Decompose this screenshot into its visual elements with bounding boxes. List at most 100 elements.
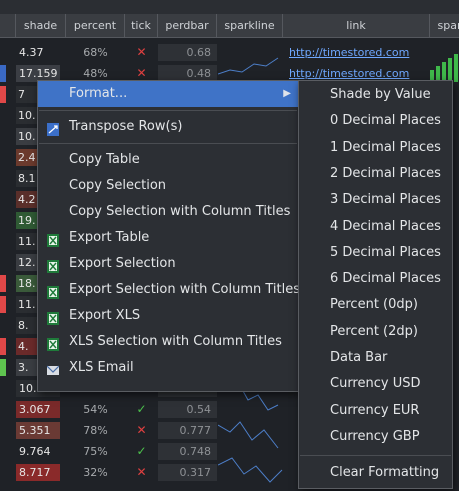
row-indicator — [0, 296, 6, 313]
format-option-5-decimal-places[interactable]: 5 Decimal Places — [299, 240, 452, 266]
tick-cell[interactable]: ✕ — [125, 422, 158, 439]
table-top-strip — [0, 0, 459, 14]
percent-cell[interactable]: 75% — [66, 443, 125, 460]
menu-item-label: Copy Table — [69, 152, 140, 167]
column-header-spar[interactable]: spar — [430, 14, 459, 38]
format-option-3-decimal-places[interactable]: 3 Decimal Places — [299, 187, 452, 213]
shade-cell[interactable]: 3.067 — [16, 401, 60, 418]
email-icon — [46, 361, 60, 375]
menu-item-xls-selection-with-column-titles[interactable]: XLS Selection with Column Titles — [38, 329, 298, 355]
format-option-data-bar[interactable]: Data Bar — [299, 345, 452, 371]
shade-cell[interactable]: 4.37 — [16, 44, 60, 61]
column-header-link[interactable]: link — [283, 14, 430, 38]
percent-cell[interactable]: 78% — [66, 422, 125, 439]
column-header-perdbar[interactable]: perdbar — [158, 14, 217, 38]
percent-cell[interactable]: 54% — [66, 401, 125, 418]
perdbar-cell[interactable]: 0.317 — [158, 464, 217, 481]
menu-item-copy-selection-with-column-titles[interactable]: Copy Selection with Column Titles — [38, 199, 298, 225]
tick-cell[interactable]: ✓ — [125, 443, 158, 460]
menu-item-copy-selection[interactable]: Copy Selection — [38, 173, 298, 199]
row-indicator — [0, 86, 6, 103]
column-header-sparkline[interactable]: sparkline — [217, 14, 283, 38]
menu-item-label: XLS Email — [69, 360, 134, 375]
menu-separator — [39, 143, 297, 144]
menu-item-xls-email[interactable]: XLS Email — [38, 355, 298, 381]
format-option-currency-gbp[interactable]: Currency GBP — [299, 424, 452, 450]
sparkline-graphic-top — [218, 57, 279, 75]
menu-item-transpose-row-s[interactable]: Transpose Row(s) — [38, 114, 298, 140]
shade-cell[interactable]: 8.717 — [16, 464, 60, 481]
menu-item-label: XLS Selection with Column Titles — [69, 334, 282, 349]
format-option-0-decimal-places[interactable]: 0 Decimal Places — [299, 108, 452, 134]
excel-icon — [47, 231, 59, 247]
shade-cell[interactable]: 9.764 — [16, 443, 60, 460]
row-indicator — [0, 380, 16, 397]
row-indicator — [0, 275, 6, 292]
format-option-label: Currency USD — [330, 376, 421, 392]
menu-item-label: Transpose Row(s) — [69, 119, 183, 134]
row-indicator — [0, 359, 6, 376]
format-option-percent-2dp[interactable]: Percent (2dp) — [299, 319, 452, 345]
context-menu: Format... ▶ Transpose Row(s) Copy Table Copy… — [37, 80, 300, 392]
menu-separator — [300, 455, 451, 457]
menu-item-label: Copy Selection — [69, 178, 167, 193]
format-option-1-decimal-places[interactable]: 1 Decimal Places — [299, 135, 452, 161]
menu-item-export-xls[interactable]: Export XLS — [38, 303, 298, 329]
menu-item-label: Export Table — [69, 230, 150, 245]
format-option-label: Shade by Value — [330, 87, 431, 102]
menu-item-label: Export XLS — [69, 308, 141, 323]
format-option-label: 2 Decimal Places — [330, 165, 441, 181]
menu-item-copy-table[interactable]: Copy Table — [38, 147, 298, 173]
row-indicator — [0, 401, 16, 418]
excel-icon — [47, 283, 59, 299]
format-option-currency-usd[interactable]: Currency USD — [299, 371, 452, 397]
perdbar-cell[interactable]: 0.68 — [158, 44, 217, 61]
format-submenu: Shade by Value 0 Decimal Places 1 Decimal … — [298, 80, 453, 489]
clear-formatting-label: Clear Formatting — [330, 465, 440, 481]
row-indicator — [0, 191, 16, 208]
menu-item-format[interactable]: Format... ▶ — [38, 81, 298, 107]
row-indicator — [0, 107, 16, 124]
format-option-shade-by-value[interactable]: Shade by Value — [299, 82, 452, 108]
tick-cell[interactable]: ✕ — [125, 44, 158, 61]
menu-item-label: Export Selection with Column Titles — [69, 282, 300, 297]
row-indicator — [0, 422, 16, 439]
format-option-2-decimal-places[interactable]: 2 Decimal Places — [299, 161, 452, 187]
perdbar-cell[interactable]: 0.54 — [158, 401, 217, 418]
row-indicator — [0, 65, 6, 82]
row-indicator — [0, 212, 16, 229]
perdbar-cell[interactable]: 0.777 — [158, 422, 217, 439]
percent-cell[interactable]: 32% — [66, 464, 125, 481]
spar-bars-graphic — [430, 54, 458, 82]
shade-cell[interactable]: 5.351 — [16, 422, 60, 439]
menu-item-export-selection-with-column-titles[interactable]: Export Selection with Column Titles — [38, 277, 300, 303]
excel-icon — [47, 257, 59, 273]
format-option-4-decimal-places[interactable]: 4 Decimal Places — [299, 214, 452, 240]
row-indicator — [0, 170, 16, 187]
format-option-currency-eur[interactable]: Currency EUR — [299, 398, 452, 424]
row-indicator — [0, 233, 16, 250]
row-indicator — [0, 443, 16, 460]
format-option-label: 5 Decimal Places — [330, 244, 441, 260]
transpose-icon — [47, 120, 59, 136]
menu-separator — [39, 110, 297, 111]
format-option-label: 4 Decimal Places — [330, 218, 441, 234]
link-cell[interactable]: http://timestored.com — [283, 44, 430, 61]
tick-cell[interactable]: ✕ — [125, 464, 158, 481]
percent-cell[interactable]: 68% — [66, 44, 125, 61]
column-header-shade[interactable]: shade — [16, 14, 66, 38]
menu-item-export-table[interactable]: Export Table — [38, 225, 298, 251]
clear-formatting-option[interactable]: Clear Formatting — [299, 460, 452, 486]
perdbar-cell[interactable]: 0.748 — [158, 443, 217, 460]
column-header-percent[interactable]: percent — [66, 14, 125, 38]
format-option-percent-0dp[interactable]: Percent (0dp) — [299, 292, 452, 318]
menu-item-export-selection[interactable]: Export Selection — [38, 251, 298, 277]
row-indicator — [0, 317, 16, 334]
excel-icon — [47, 335, 59, 351]
column-header-tick[interactable]: tick — [125, 14, 158, 38]
format-option-6-decimal-places[interactable]: 6 Decimal Places — [299, 266, 452, 292]
tick-cell[interactable]: ✓ — [125, 401, 158, 418]
row-indicator — [0, 149, 16, 166]
row-indicator — [0, 338, 6, 355]
excel-icon — [47, 309, 59, 325]
